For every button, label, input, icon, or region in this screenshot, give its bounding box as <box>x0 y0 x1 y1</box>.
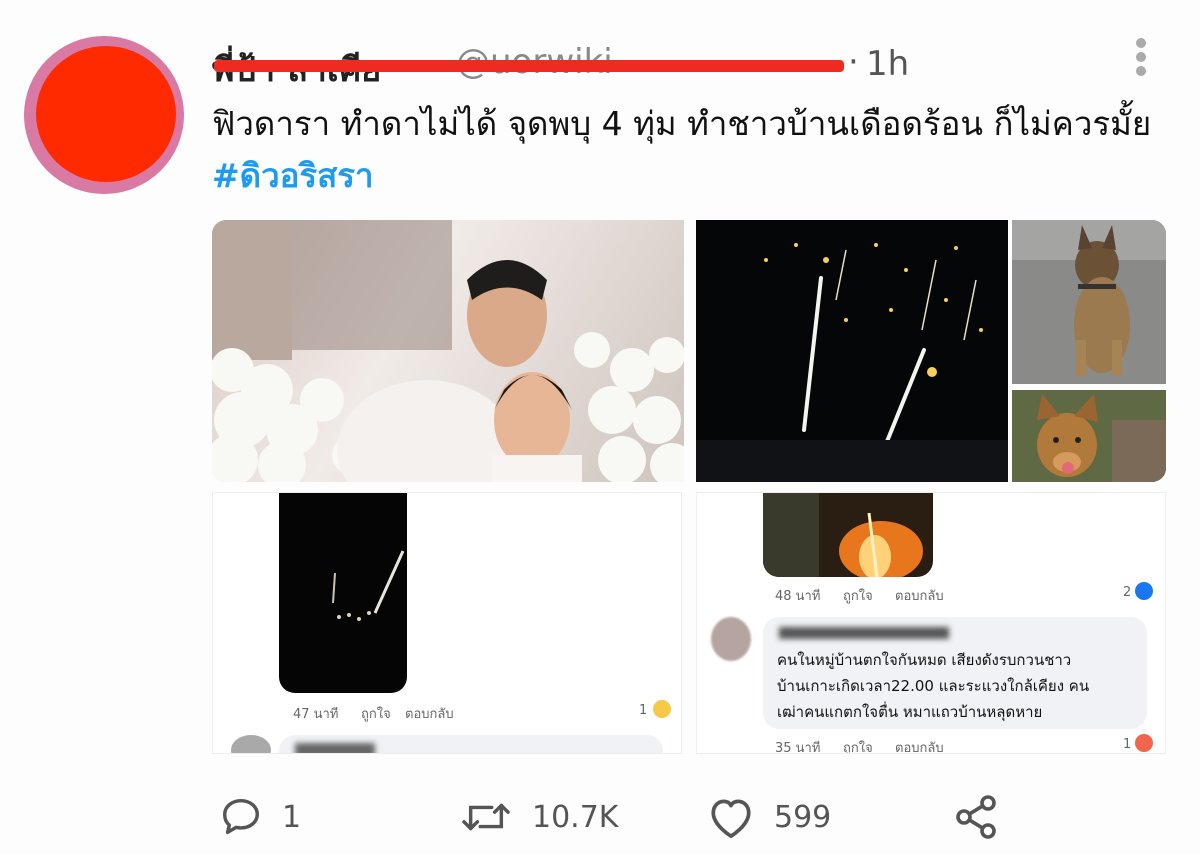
video-thumbnail <box>279 493 407 693</box>
like-reaction-icon <box>1135 582 1153 600</box>
reaction-count: 1 <box>1123 737 1132 752</box>
avatar[interactable] <box>24 36 184 194</box>
comment-time: 47 นาที <box>293 707 339 722</box>
avatar-redaction <box>36 46 176 182</box>
like-count: 599 <box>774 799 832 835</box>
comment-like-link: ถูกใจ <box>843 589 873 604</box>
comment-text-line: เฒ่าคนแกตกใจตื่น หมาแถวบ้านหลุดหาย <box>777 703 1043 721</box>
time-separator: · <box>848 42 859 82</box>
reaction-count: 2 <box>1123 585 1132 600</box>
angry-reaction-icon <box>1135 734 1153 752</box>
commenter-avatar <box>711 617 751 661</box>
fireworks-photo[interactable] <box>696 220 1008 482</box>
share-button[interactable] <box>952 790 1000 844</box>
tweet-text: ฟิวดารา ทำดาไม่ได้ จุดพบุ 4 ทุ่ม ทำชาวบ้… <box>212 98 1172 202</box>
tweet-time[interactable]: 1h <box>866 44 909 84</box>
comment-bubble <box>279 735 663 753</box>
comment-text-line: บ้านเกาะเกิดเวลา22.00 และระแวงใกล้เคียง … <box>777 677 1090 695</box>
reply-icon <box>222 798 260 835</box>
blurred-name <box>295 743 375 753</box>
comment-reply-link: ตอบกลับ <box>895 589 944 604</box>
more-vertical-icon[interactable] <box>1128 36 1154 78</box>
retweet-count: 10.7K <box>532 799 619 835</box>
comment-text-line: คนในหมู่บ้านตกใจกันหมด เสียงดังรบกวนชาว <box>777 651 1072 669</box>
couple-photo[interactable] <box>212 220 684 482</box>
dog-photo-1[interactable] <box>1012 220 1166 384</box>
commenter-avatar <box>231 735 271 753</box>
tweet-body: ฟิวดารา ทำดาไม่ได้ จุดพบุ 4 ทุ่ม ทำชาวบ้… <box>212 104 1152 143</box>
blurred-name <box>779 627 949 639</box>
dog-photo-2[interactable] <box>1012 390 1166 482</box>
laugh-reaction-icon <box>653 700 671 718</box>
media-grid <box>212 220 1166 482</box>
retweet-icon <box>462 803 510 831</box>
tweet-header: พี่ป้า ลาเคีย @uorwiki · 1h <box>212 42 1112 90</box>
reply-count: 1 <box>282 799 302 835</box>
retweet-button[interactable]: 10.7K <box>458 790 618 844</box>
comment-reply-link: ตอบกลับ <box>405 707 454 722</box>
hashtag-link[interactable]: #ดิวอริสรา <box>212 156 374 195</box>
redaction-line <box>214 60 844 72</box>
reply-button[interactable]: 1 <box>218 790 301 844</box>
comment-reply-link: ตอบกลับ <box>895 741 944 754</box>
comment-like-link: ถูกใจ <box>843 741 873 754</box>
reaction-count: 1 <box>639 703 648 718</box>
fire-thumbnail <box>763 493 933 577</box>
comment-like-link: ถูกใจ <box>361 707 391 722</box>
share-icon <box>956 795 996 839</box>
comment-time: 48 นาที <box>775 589 821 604</box>
tweet-actions: 1 10.7K 599 <box>212 790 1112 844</box>
like-button[interactable]: 599 <box>706 790 831 844</box>
comment-screenshot-right[interactable]: 48 นาที ถูกใจ ตอบกลับ 2 คนในหมู่บ้านตกใจ… <box>696 492 1166 754</box>
comment-screenshot-left[interactable]: 47 นาที ถูกใจ ตอบกลับ 1 <box>212 492 682 754</box>
comment-bubble: คนในหมู่บ้านตกใจกันหมด เสียงดังรบกวนชาว … <box>763 617 1147 729</box>
comment-time: 35 นาที <box>775 741 821 754</box>
heart-icon <box>711 799 751 839</box>
